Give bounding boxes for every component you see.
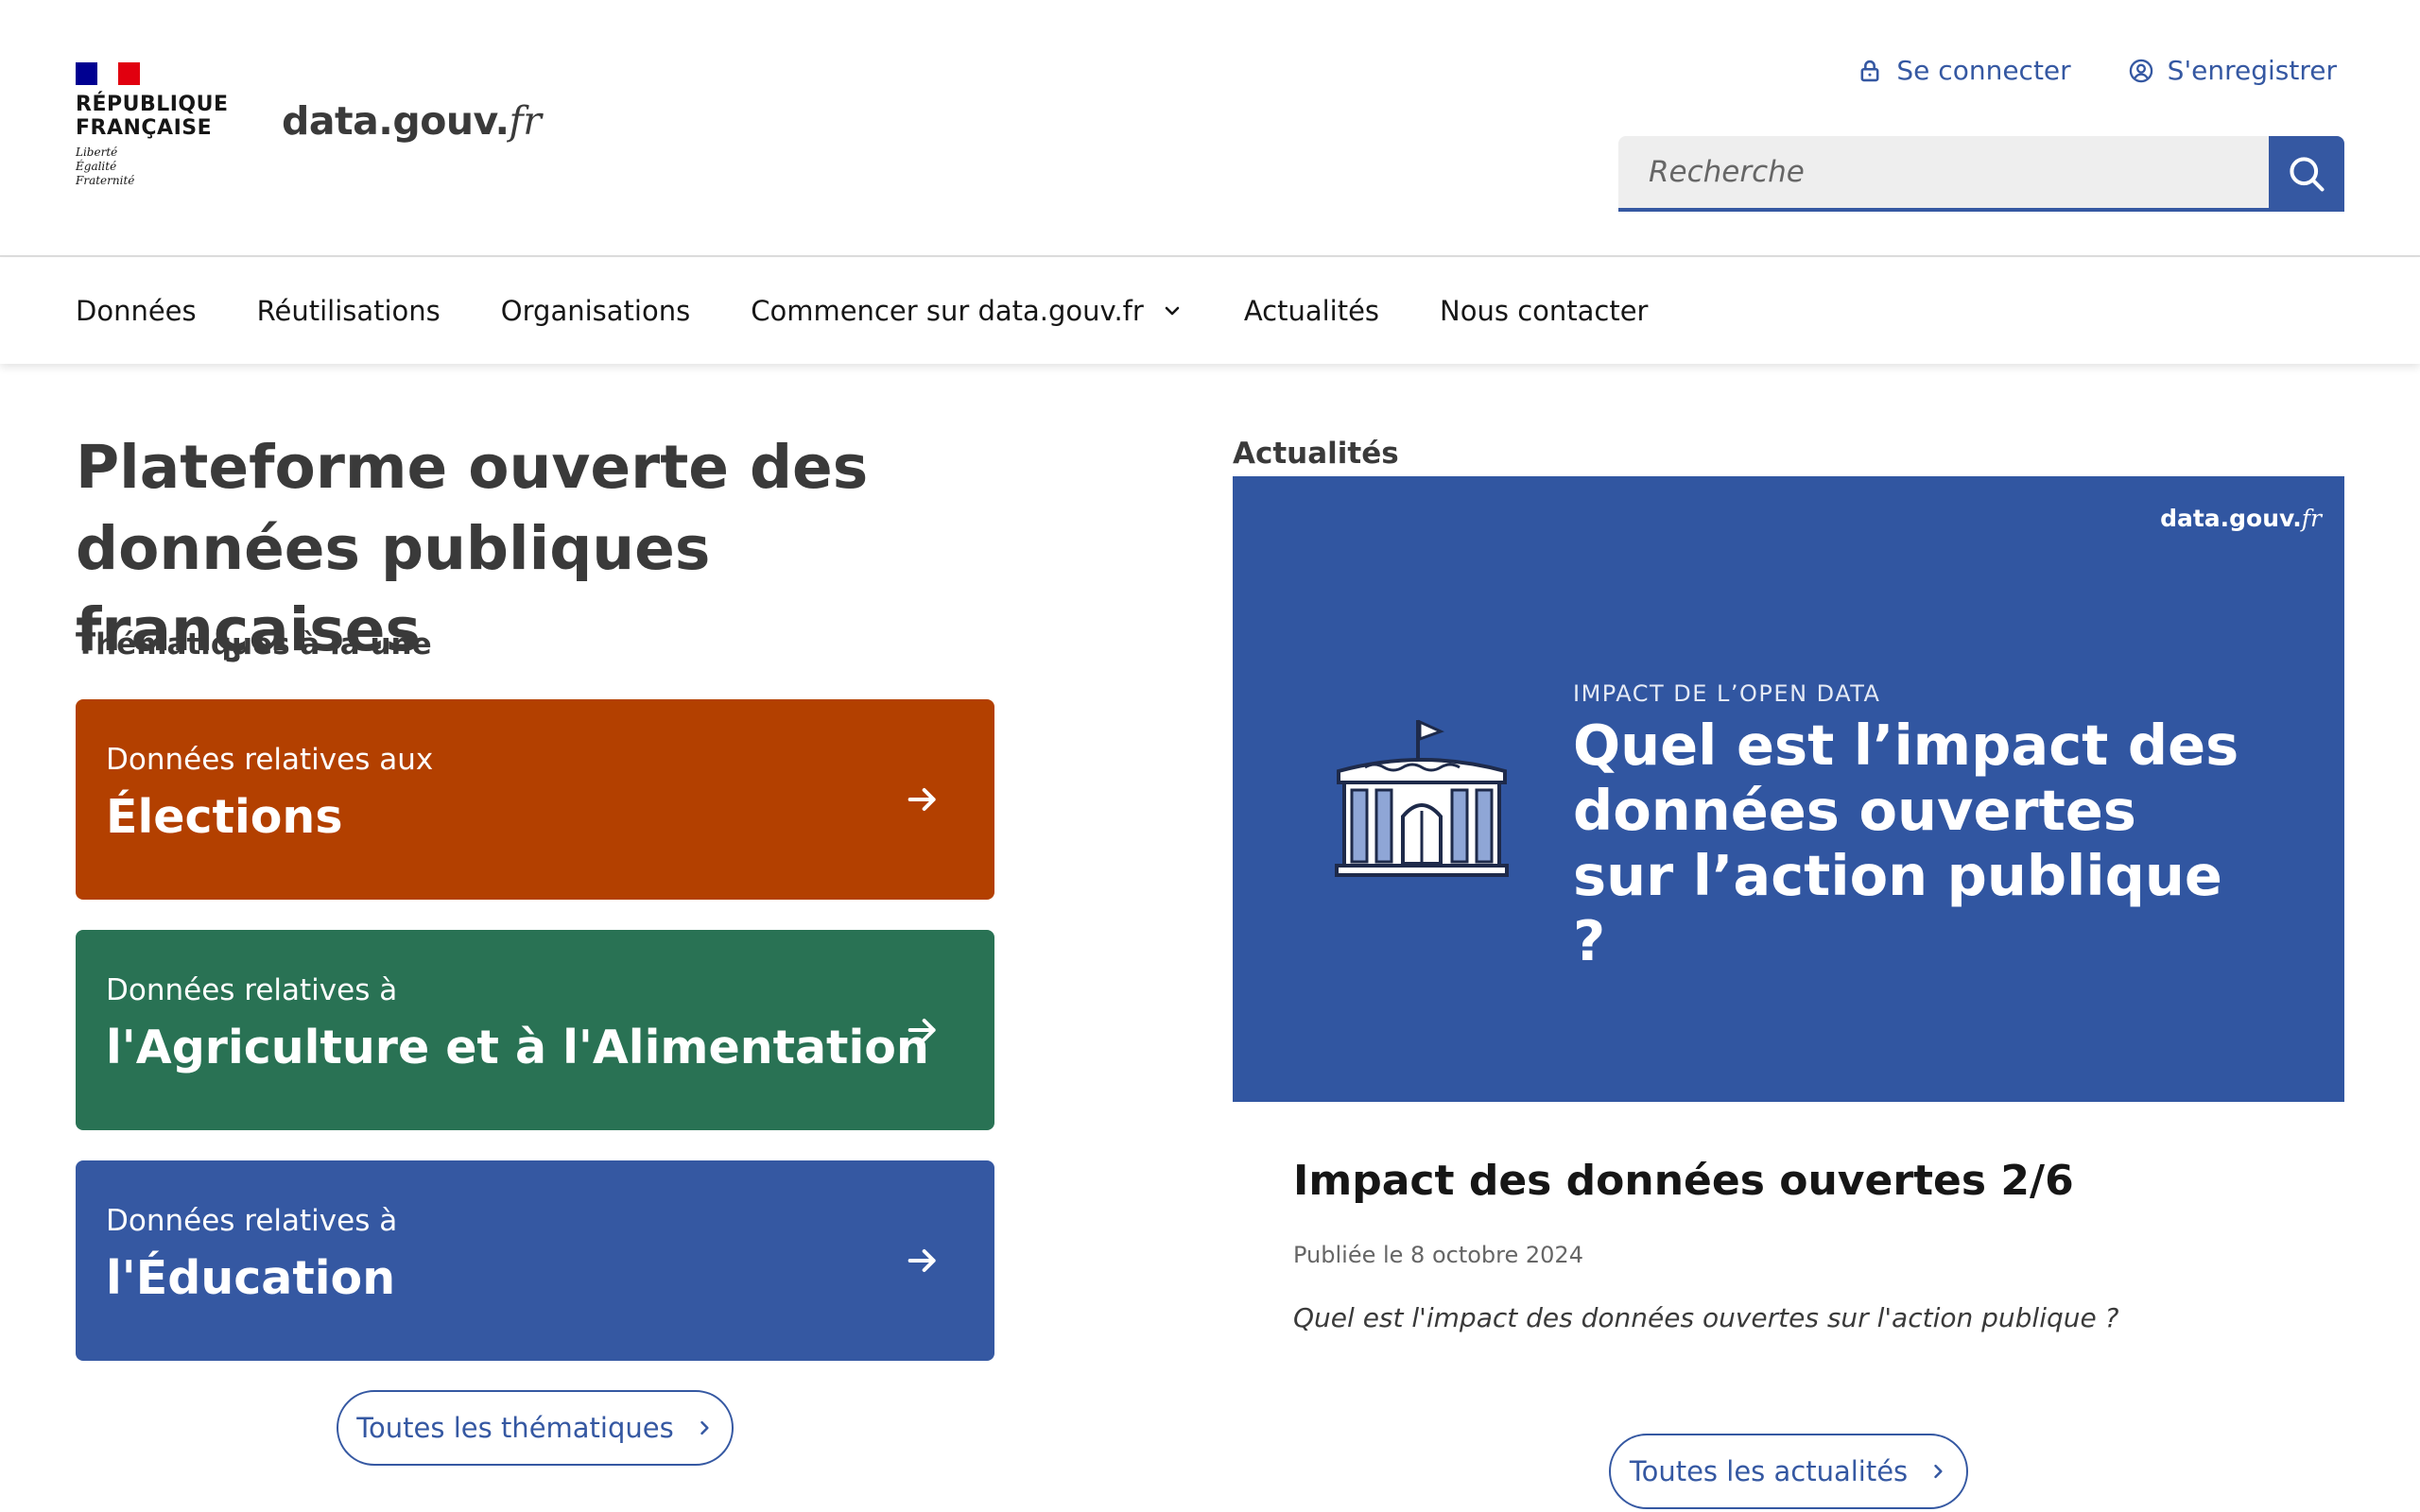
themes-heading: Thématiques à la une: [76, 627, 432, 662]
republic-name-line1: RÉPUBLIQUE: [76, 93, 229, 116]
search-bar: [1618, 136, 2344, 212]
nav-item-label: Nous contacter: [1440, 295, 1649, 327]
french-flag-icon: [76, 62, 141, 85]
motto-line1: Liberté: [76, 146, 118, 159]
nav-item-actualites[interactable]: Actualités: [1244, 295, 1379, 327]
site-logo[interactable]: data.gouv.fr: [282, 98, 542, 144]
nav-item-organisations[interactable]: Organisations: [501, 295, 690, 327]
site-name-dot: .: [494, 98, 510, 144]
nav-item-nous-contacter[interactable]: Nous contacter: [1440, 295, 1648, 327]
theme-card-elections[interactable]: Données relatives aux Élections: [76, 699, 994, 900]
arrow-right-icon: [908, 1019, 936, 1041]
article-excerpt: Quel est l'impact des données ouvertes s…: [1293, 1302, 2119, 1333]
search-input[interactable]: [1618, 136, 2269, 212]
chevron-right-icon: [1934, 1464, 1943, 1479]
republic-name-line2: FRANÇAISE: [76, 116, 213, 140]
arrow-right-icon: [908, 788, 936, 811]
site-header: RÉPUBLIQUE FRANÇAISE Liberté Égalité Fra…: [0, 0, 2420, 257]
theme-card-pretitle: Données relatives à: [106, 1204, 398, 1238]
theme-card-title: l'Éducation: [106, 1251, 396, 1305]
user-circle-icon: [2129, 59, 2152, 82]
nav-item-label: Commencer sur data.gouv.fr: [751, 295, 1144, 327]
all-news-button[interactable]: Toutes les actualités: [1609, 1434, 1968, 1509]
search-button[interactable]: [2269, 136, 2344, 212]
news-brand-main: data.gouv.: [2160, 505, 2302, 532]
theme-card-pretitle: Données relatives aux: [106, 743, 434, 777]
nav-item-label: Réutilisations: [256, 295, 441, 327]
all-themes-button[interactable]: Toutes les thématiques: [337, 1390, 734, 1466]
all-news-label: Toutes les actualités: [1629, 1455, 1909, 1487]
lock-icon: [1860, 60, 1879, 81]
arrow-right-icon: [908, 1249, 936, 1272]
site-name-main: data.gouv: [282, 98, 495, 144]
theme-card-pretitle: Données relatives à: [106, 973, 398, 1007]
news-brand-suffix: fr: [2301, 505, 2322, 532]
login-label: Se connecter: [1896, 55, 2071, 86]
republique-francaise-logo[interactable]: RÉPUBLIQUE FRANÇAISE Liberté Égalité Fra…: [76, 62, 229, 188]
nav-item-label: Organisations: [500, 295, 691, 327]
nav-item-label: Actualités: [1243, 295, 1380, 327]
site-name-suffix: fr: [509, 98, 542, 144]
motto-line2: Égalité: [76, 160, 117, 173]
theme-card-agriculture[interactable]: Données relatives à l'Agriculture et à l…: [76, 930, 994, 1130]
nav-item-label: Données: [76, 295, 197, 327]
news-image-kicker: IMPACT DE L’OPEN DATA: [1573, 680, 1881, 707]
header-tool-links: Se connecter S'enregistrer: [1857, 55, 2337, 86]
news-image-headline: Quel est l’impact des données ouvertes s…: [1573, 713, 2239, 973]
register-label: S'enregistrer: [2167, 55, 2337, 86]
public-building-icon: [1335, 719, 1509, 877]
all-themes-label: Toutes les thématiques: [356, 1412, 674, 1444]
republic-name: RÉPUBLIQUE FRANÇAISE: [76, 93, 229, 140]
search-icon: [2290, 157, 2325, 192]
theme-card-title: l'Agriculture et à l'Alimentation: [106, 1021, 929, 1074]
login-link[interactable]: Se connecter: [1857, 55, 2071, 86]
nav-item-reutilisations[interactable]: Réutilisations: [257, 295, 441, 327]
nav-item-commencer[interactable]: Commencer sur data.gouv.fr: [751, 295, 1184, 327]
news-heading: Actualités: [1233, 437, 1399, 471]
chevron-down-icon: [1165, 306, 1180, 316]
main-navigation: Données Réutilisations Organisations Com…: [0, 258, 2420, 364]
theme-card-title: Élections: [106, 790, 343, 844]
page-title-line1: Plateforme ouverte des: [76, 433, 869, 502]
news-image-brand: data.gouv.fr: [2160, 505, 2322, 532]
article-date: Publiée le 8 octobre 2024: [1293, 1242, 1583, 1268]
motto-line3: Fraternité: [76, 174, 135, 187]
nav-item-donnees[interactable]: Données: [76, 295, 197, 327]
article-title[interactable]: Impact des données ouvertes 2/6: [1293, 1157, 2074, 1205]
news-image[interactable]: data.gouv.fr IMPACT DE L’OPEN DATA Quel …: [1233, 476, 2344, 1102]
republic-motto: Liberté Égalité Fraternité: [76, 146, 227, 188]
chevron-right-icon: [700, 1420, 709, 1435]
register-link[interactable]: S'enregistrer: [2128, 55, 2337, 86]
theme-card-education[interactable]: Données relatives à l'Éducation: [76, 1160, 994, 1361]
